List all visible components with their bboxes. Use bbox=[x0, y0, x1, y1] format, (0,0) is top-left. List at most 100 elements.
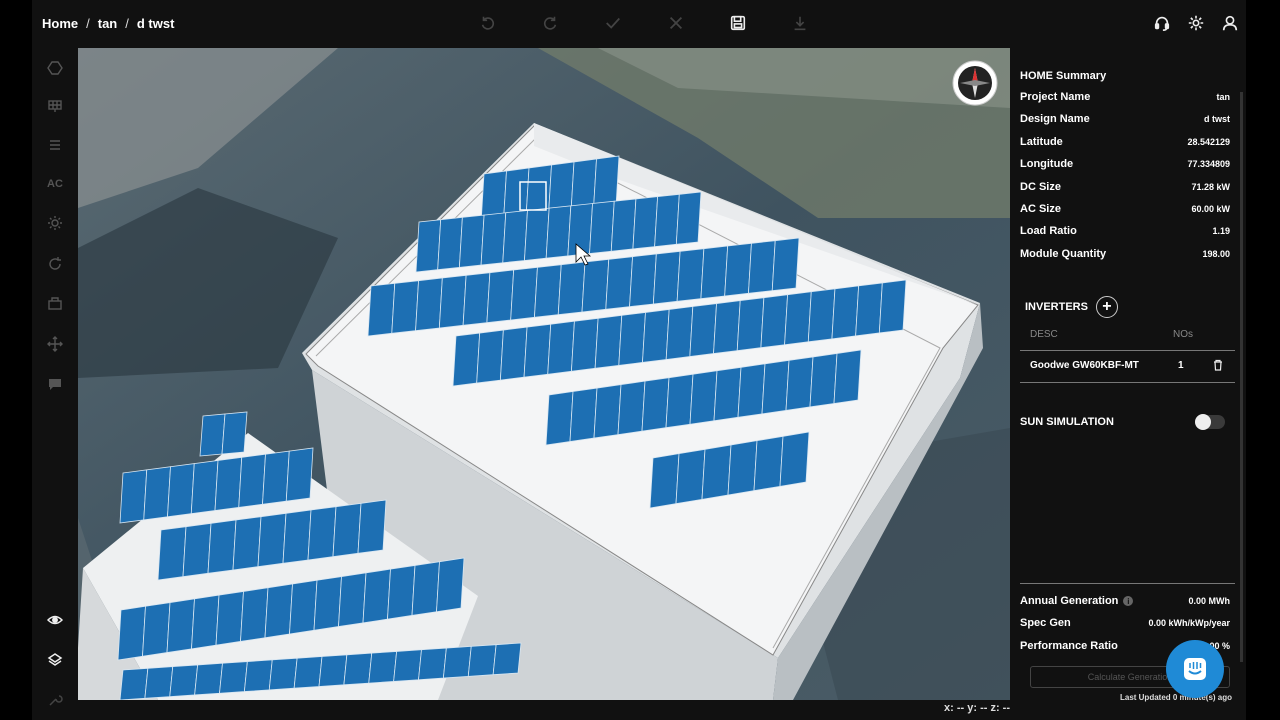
solar-panel-module[interactable] bbox=[618, 311, 646, 366]
solar-panel-module[interactable] bbox=[119, 469, 148, 524]
solar-panel-module[interactable] bbox=[632, 196, 659, 250]
solar-panel-module[interactable] bbox=[545, 391, 574, 446]
solar-panel-module[interactable] bbox=[182, 522, 212, 578]
solar-panel-module[interactable] bbox=[831, 285, 860, 340]
solar-panel-module[interactable] bbox=[442, 645, 472, 679]
solar-panel-module[interactable] bbox=[736, 297, 765, 352]
redo-icon[interactable] bbox=[539, 12, 561, 34]
ac-label[interactable]: AC bbox=[44, 173, 66, 195]
solar-panel-module[interactable] bbox=[534, 264, 562, 318]
solar-panel-module[interactable] bbox=[492, 642, 522, 676]
solar-panel-module[interactable] bbox=[343, 652, 373, 686]
layers-icon[interactable] bbox=[44, 649, 66, 671]
solar-panel-module[interactable] bbox=[676, 248, 705, 302]
delete-inverter-icon[interactable] bbox=[1212, 359, 1224, 371]
solar-panel-module[interactable] bbox=[547, 320, 575, 375]
solar-panel-module[interactable] bbox=[391, 280, 419, 334]
solar-panel-module[interactable] bbox=[144, 666, 174, 699]
compass-icon[interactable] bbox=[952, 60, 998, 106]
solar-panel-module[interactable] bbox=[313, 576, 342, 631]
solar-panel-module[interactable] bbox=[368, 651, 398, 684]
panel-grid-icon[interactable] bbox=[44, 95, 66, 117]
solar-panel-module[interactable] bbox=[436, 557, 465, 613]
solar-panel-module[interactable] bbox=[642, 309, 670, 363]
sun-icon[interactable] bbox=[44, 212, 66, 234]
solar-panel-module[interactable] bbox=[753, 435, 784, 492]
solar-panel-module[interactable] bbox=[649, 453, 680, 509]
solar-panel-module[interactable] bbox=[665, 306, 694, 360]
solar-panel-module[interactable] bbox=[415, 219, 442, 273]
solar-panel-module[interactable] bbox=[480, 212, 507, 266]
info-icon[interactable]: i bbox=[1123, 596, 1134, 606]
solar-panel-module[interactable] bbox=[524, 207, 550, 261]
solar-panel-module[interactable] bbox=[689, 370, 718, 425]
solar-panel-module[interactable] bbox=[545, 205, 572, 259]
solar-panel-module[interactable] bbox=[878, 279, 907, 334]
solar-panel-module[interactable] bbox=[285, 447, 314, 502]
save-icon[interactable] bbox=[727, 12, 749, 34]
solar-panel-module[interactable] bbox=[713, 300, 741, 355]
solar-panel-module[interactable] bbox=[594, 314, 623, 369]
solar-panel-module[interactable] bbox=[809, 352, 838, 408]
solar-panel-module[interactable] bbox=[581, 258, 610, 313]
solar-panel-module[interactable] bbox=[117, 605, 146, 661]
solar-panel-module[interactable] bbox=[415, 277, 443, 332]
solar-panel-module[interactable] bbox=[207, 519, 237, 574]
add-inverter-button[interactable]: + bbox=[1095, 296, 1118, 318]
solar-panel-module[interactable] bbox=[833, 349, 862, 404]
solar-panel-module[interactable] bbox=[332, 502, 362, 558]
solar-panel-module[interactable] bbox=[510, 266, 538, 321]
solar-panel-module[interactable] bbox=[629, 253, 657, 308]
solar-panel-module[interactable] bbox=[257, 512, 287, 568]
solar-panel-module[interactable] bbox=[779, 431, 810, 487]
solar-panel-module[interactable] bbox=[617, 380, 646, 436]
solar-panel-module[interactable] bbox=[701, 444, 732, 500]
solar-panel-module[interactable] bbox=[452, 332, 481, 387]
solar-panel-module[interactable] bbox=[282, 509, 312, 564]
solar-panel-module[interactable] bbox=[293, 656, 323, 689]
solar-panel-module[interactable] bbox=[167, 463, 195, 518]
solar-panel-module[interactable] bbox=[221, 411, 248, 455]
close-icon[interactable] bbox=[665, 12, 687, 34]
solar-panel-module[interactable] bbox=[438, 274, 467, 329]
solar-panel-module[interactable] bbox=[499, 326, 528, 381]
solar-panel-module[interactable] bbox=[194, 662, 223, 696]
solar-panel-module[interactable] bbox=[157, 526, 187, 581]
solar-panel-module[interactable] bbox=[214, 456, 243, 511]
solar-panel-module[interactable] bbox=[215, 590, 244, 646]
rotate-icon[interactable] bbox=[44, 253, 66, 275]
solar-panel-module[interactable] bbox=[785, 356, 814, 411]
solar-panel-module[interactable] bbox=[689, 303, 717, 357]
solar-panel-module[interactable] bbox=[393, 649, 422, 682]
solar-panel-module[interactable] bbox=[411, 561, 440, 616]
solar-panel-module[interactable] bbox=[307, 506, 337, 561]
solar-panel-module[interactable] bbox=[268, 657, 298, 691]
solar-panel-module[interactable] bbox=[771, 237, 800, 292]
solar-panel-module[interactable] bbox=[784, 291, 812, 346]
solar-panel-module[interactable] bbox=[243, 659, 273, 692]
solar-panel-module[interactable] bbox=[610, 198, 637, 252]
solar-panel-module[interactable] bbox=[338, 572, 367, 628]
wrench-icon[interactable] bbox=[44, 689, 66, 711]
chat-support-button[interactable] bbox=[1166, 640, 1224, 698]
breadcrumb-project[interactable]: tan bbox=[98, 16, 118, 31]
settings-icon[interactable] bbox=[1185, 12, 1207, 34]
solar-panel-module[interactable] bbox=[589, 200, 615, 254]
solar-panel-module[interactable] bbox=[855, 282, 883, 337]
solar-panel-module[interactable] bbox=[238, 453, 266, 508]
solar-panel-module[interactable] bbox=[476, 329, 504, 384]
solar-panel-module[interactable] bbox=[219, 661, 248, 694]
solar-panel-module[interactable] bbox=[367, 282, 396, 337]
user-icon[interactable] bbox=[1219, 12, 1241, 34]
solar-panel-module[interactable] bbox=[605, 256, 633, 310]
solar-panel-module[interactable] bbox=[166, 598, 195, 654]
solar-panel-module[interactable] bbox=[462, 272, 491, 326]
solar-panel-module[interactable] bbox=[467, 644, 497, 677]
solar-panel-module[interactable] bbox=[523, 323, 552, 378]
solar-panel-module[interactable] bbox=[675, 191, 702, 245]
design-canvas[interactable] bbox=[78, 48, 1010, 700]
eye-icon[interactable] bbox=[44, 609, 66, 631]
solar-panel-module[interactable] bbox=[190, 460, 219, 515]
breadcrumb-design[interactable]: d twst bbox=[137, 16, 175, 31]
solar-panel-module[interactable] bbox=[199, 413, 226, 457]
